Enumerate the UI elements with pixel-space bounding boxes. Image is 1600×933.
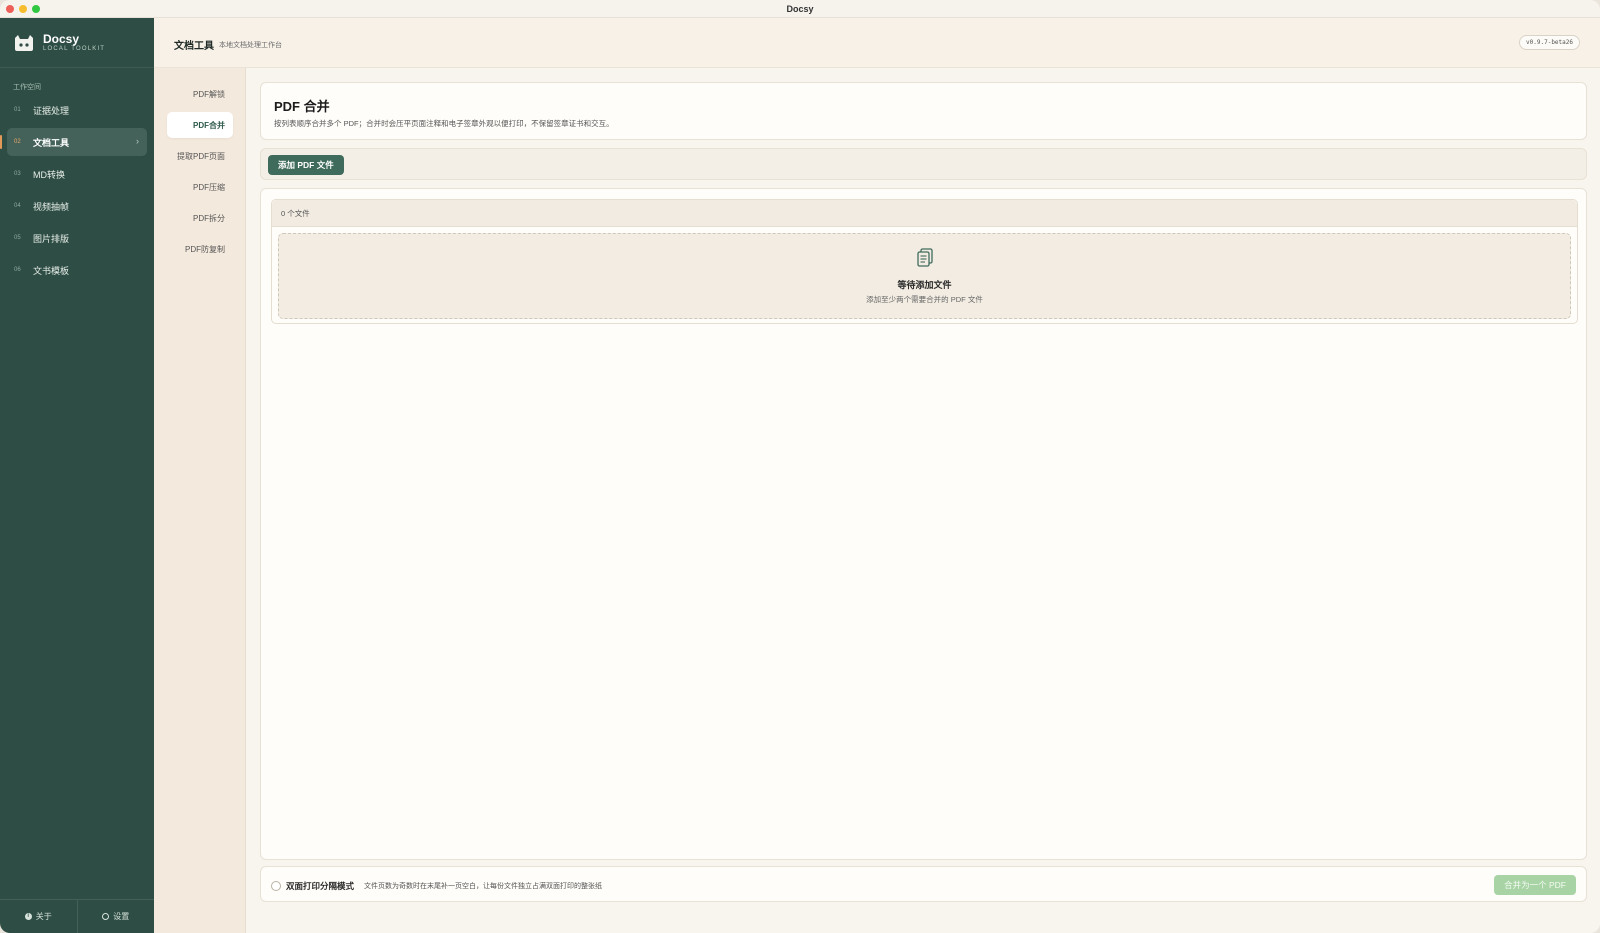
tool-subnav: PDF解锁 PDF合并 提取PDF页面 PDF压缩 PDF拆分 PDF防复制: [154, 68, 246, 933]
sidebar-item-number: 04: [14, 203, 21, 209]
page-header: 文档工具 本地文档处理工作台 v0.9.7-beta26: [154, 18, 1600, 68]
sidebar-item-doc-templates[interactable]: 06 文书模板: [7, 256, 147, 284]
sidebar-footer: i 关于 设置: [0, 899, 154, 933]
docsy-logo-icon: [15, 34, 33, 51]
add-pdf-button[interactable]: 添加 PDF 文件: [268, 155, 344, 175]
duplex-mode-radio[interactable]: [271, 881, 281, 891]
file-dropzone[interactable]: 等待添加文件 添加至少两个需要合并的 PDF 文件: [278, 233, 1571, 319]
subnav-item-pdf-merge[interactable]: PDF合并: [167, 112, 233, 138]
about-label: 关于: [35, 912, 52, 921]
settings-label: 设置: [113, 912, 130, 921]
subnav-item-pdf-split[interactable]: PDF拆分: [167, 205, 233, 231]
sidebar-section-label: 工作空间: [13, 84, 41, 91]
brand: Docsy LOCAL TOOLKIT: [0, 18, 154, 68]
sidebar-item-image-layout[interactable]: 05 图片排版: [7, 224, 147, 252]
duplex-mode-description: 文件页数为奇数时在末尾补一页空白，让每份文件独立占满双面打印的整张纸: [364, 883, 602, 890]
sidebar-item-label: MD转换: [33, 169, 65, 180]
sidebar-item-label: 文书模板: [33, 265, 70, 276]
documents-icon: [917, 248, 933, 267]
sidebar-item-number: 01: [14, 107, 21, 113]
settings-button[interactable]: 设置: [76, 900, 155, 933]
subnav-item-pdf-extract[interactable]: 提取PDF页面: [167, 143, 233, 169]
title-bar: Docsy: [0, 0, 1600, 18]
page-title: 文档工具: [174, 41, 214, 52]
chevron-right-icon: ›: [136, 136, 139, 146]
tool-title: PDF 合并: [274, 99, 330, 114]
about-button[interactable]: i 关于: [0, 900, 77, 933]
empty-state-title: 等待添加文件: [897, 280, 952, 290]
subnav-item-pdf-compress[interactable]: PDF压缩: [167, 174, 233, 200]
version-badge: v0.9.7-beta26: [1519, 35, 1580, 50]
sidebar-item-video-frames[interactable]: 04 视频抽帧: [7, 192, 147, 220]
empty-state-subtitle: 添加至少两个需要合并的 PDF 文件: [866, 295, 983, 304]
sidebar-item-label: 视频抽帧: [33, 201, 70, 212]
sidebar: Docsy LOCAL TOOLKIT 工作空间 01 证据处理 02 文档工具…: [0, 18, 154, 933]
sidebar-item-number: 03: [14, 171, 21, 177]
zoom-window-button[interactable]: [32, 5, 40, 13]
tool-description: 按列表顺序合并多个 PDF；合并时会压平页面注释和电子签章外观以便打印，不保留签…: [274, 119, 614, 128]
file-list-card: 0 个文件 等待添加文件 添加至少两个需要合并的 PDF 文件: [260, 188, 1587, 860]
merge-options-bar: 双面打印分隔模式 文件页数为奇数时在末尾补一页空白，让每份文件独立占满双面打印的…: [260, 866, 1587, 902]
sidebar-item-number: 06: [14, 267, 21, 273]
file-list-panel: 0 个文件 等待添加文件 添加至少两个需要合并的 PDF 文件: [271, 199, 1578, 324]
action-toolbar: 添加 PDF 文件: [260, 148, 1587, 180]
close-window-button[interactable]: [6, 5, 14, 13]
brand-subtitle: LOCAL TOOLKIT: [43, 46, 106, 52]
main-content: PDF 合并 按列表顺序合并多个 PDF；合并时会压平页面注释和电子签章外观以便…: [246, 68, 1600, 933]
app-window: Docsy Docsy LOCAL TOOLKIT 工作空间 01 证据处理 0…: [0, 0, 1600, 933]
sidebar-item-label: 文档工具: [33, 137, 70, 148]
subnav-item-pdf-copy-protect[interactable]: PDF防复制: [167, 236, 233, 262]
gear-icon: [102, 913, 110, 920]
brand-name: Docsy: [43, 32, 80, 46]
sidebar-item-evidence[interactable]: 01 证据处理: [7, 96, 147, 124]
sidebar-item-label: 图片排版: [33, 233, 70, 244]
sidebar-item-md-convert[interactable]: 03 MD转换: [7, 160, 147, 188]
sidebar-item-number: 05: [14, 235, 21, 241]
sidebar-item-number: 02: [14, 139, 21, 145]
subnav-item-pdf-unlock[interactable]: PDF解锁: [167, 81, 233, 107]
merge-pdf-button[interactable]: 合并为一个 PDF: [1494, 875, 1576, 895]
duplex-mode-label[interactable]: 双面打印分隔模式: [286, 880, 354, 892]
window-title: Docsy: [786, 3, 814, 14]
info-icon: i: [24, 913, 32, 920]
minimize-window-button[interactable]: [19, 5, 27, 13]
sidebar-item-label: 证据处理: [33, 105, 70, 116]
window-controls: [6, 5, 40, 13]
tool-intro-card: PDF 合并 按列表顺序合并多个 PDF；合并时会压平页面注释和电子签章外观以便…: [260, 82, 1587, 140]
sidebar-item-doc-tools[interactable]: 02 文档工具 ›: [0, 128, 147, 156]
page-subtitle: 本地文档处理工作台: [219, 42, 282, 49]
file-count: 0 个文件: [272, 200, 1577, 227]
